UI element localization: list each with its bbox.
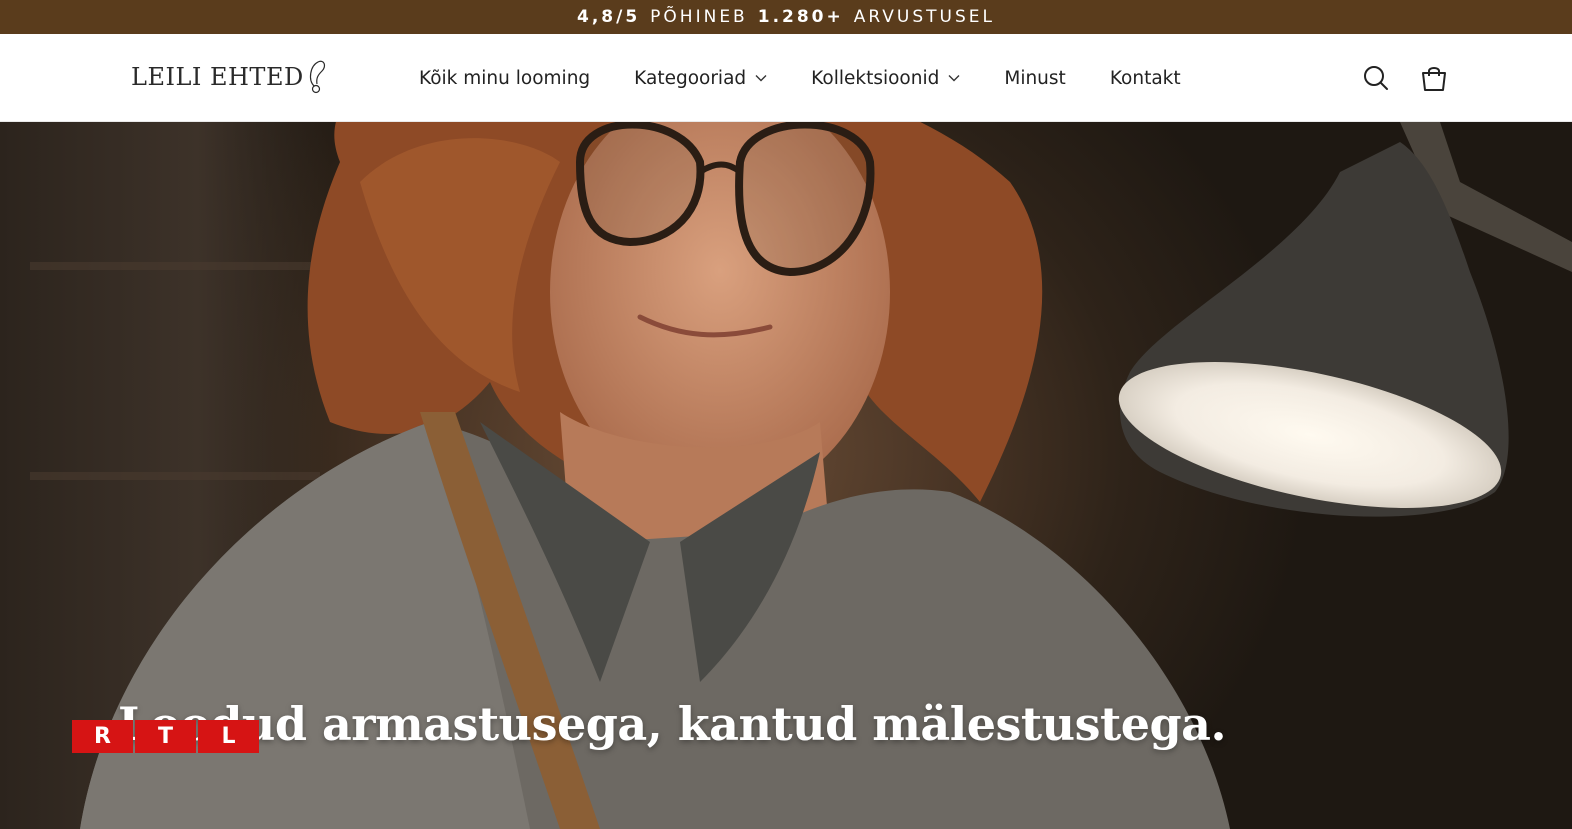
nav-item-categories[interactable]: Kategooriad (634, 68, 767, 89)
nav-item-label: Minust (1004, 67, 1066, 89)
cart-icon[interactable] (1420, 64, 1448, 92)
nav-item-all-work[interactable]: Kõik minu looming (419, 68, 590, 89)
logo-text: LEILI EHTED (131, 63, 304, 91)
site-header: LEILI EHTED Kõik minu looming Kategooria… (0, 34, 1572, 122)
main-nav: Kõik minu looming Kategooriad Kollektsio… (419, 34, 1225, 122)
chevron-down-icon (755, 75, 767, 82)
hero-heading: Loodud armastusega, kantud mälestustega. (118, 697, 1226, 751)
chevron-down-icon (948, 75, 960, 82)
based-on-text: PÕHINEB (650, 7, 748, 27)
reviews-text: ARVUSTUSEL (853, 7, 995, 27)
watermark-letter: T (135, 720, 196, 753)
review-count: 1.280+ (757, 7, 844, 27)
watermark-letter: R (72, 720, 133, 753)
rtl-watermark: R T L (72, 720, 259, 753)
nav-item-label: Kõik minu looming (419, 67, 591, 89)
search-icon[interactable] (1362, 64, 1390, 92)
site-logo[interactable]: LEILI EHTED (131, 60, 328, 94)
earring-icon (309, 60, 325, 94)
rating-value: 4,8/5 (577, 7, 641, 27)
nav-item-label: Kollektsioonid (811, 67, 940, 89)
nav-item-contact[interactable]: Kontakt (1110, 68, 1181, 89)
nav-item-about[interactable]: Minust (1004, 68, 1065, 89)
watermark-letter: L (198, 720, 259, 753)
nav-item-label: Kategooriad (634, 67, 747, 89)
nav-item-label: Kontakt (1109, 67, 1181, 89)
announcement-bar: 4,8/5 PÕHINEB 1.280+ ARVUSTUSEL (0, 0, 1572, 34)
nav-item-collections[interactable]: Kollektsioonid (811, 68, 960, 89)
